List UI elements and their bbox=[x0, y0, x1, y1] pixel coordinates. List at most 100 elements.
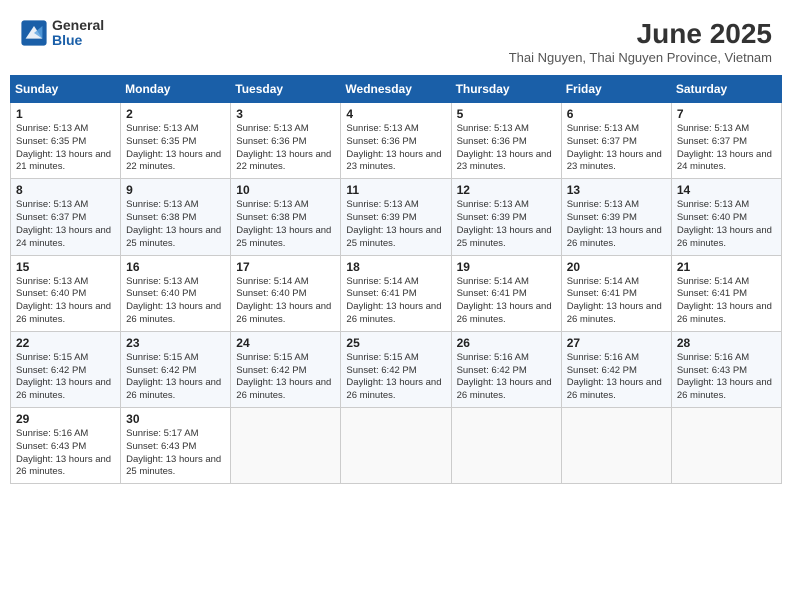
logo: General Blue bbox=[20, 18, 104, 49]
calendar-cell: 10 Sunrise: 5:13 AM Sunset: 6:38 PM Dayli… bbox=[231, 179, 341, 255]
day-info: Sunrise: 5:13 AM Sunset: 6:37 PM Dayligh… bbox=[677, 123, 776, 174]
day-number: 14 bbox=[677, 183, 776, 197]
day-number: 10 bbox=[236, 183, 335, 197]
calendar-cell: 7 Sunrise: 5:13 AM Sunset: 6:37 PM Daylig… bbox=[671, 103, 781, 179]
day-number: 22 bbox=[16, 336, 115, 350]
day-info: Sunrise: 5:15 AM Sunset: 6:42 PM Dayligh… bbox=[16, 352, 115, 403]
day-number: 18 bbox=[346, 260, 445, 274]
calendar-cell: 17 Sunrise: 5:14 AM Sunset: 6:40 PM Dayli… bbox=[231, 255, 341, 331]
calendar-cell bbox=[561, 408, 671, 484]
day-info: Sunrise: 5:13 AM Sunset: 6:39 PM Dayligh… bbox=[567, 199, 666, 250]
calendar-cell: 22 Sunrise: 5:15 AM Sunset: 6:42 PM Dayli… bbox=[11, 331, 121, 407]
calendar-cell: 6 Sunrise: 5:13 AM Sunset: 6:37 PM Daylig… bbox=[561, 103, 671, 179]
day-info: Sunrise: 5:13 AM Sunset: 6:37 PM Dayligh… bbox=[567, 123, 666, 174]
day-number: 7 bbox=[677, 107, 776, 121]
day-info: Sunrise: 5:15 AM Sunset: 6:42 PM Dayligh… bbox=[236, 352, 335, 403]
day-info: Sunrise: 5:15 AM Sunset: 6:42 PM Dayligh… bbox=[126, 352, 225, 403]
calendar-cell: 11 Sunrise: 5:13 AM Sunset: 6:39 PM Dayli… bbox=[341, 179, 451, 255]
day-number: 12 bbox=[457, 183, 556, 197]
day-number: 3 bbox=[236, 107, 335, 121]
day-info: Sunrise: 5:13 AM Sunset: 6:39 PM Dayligh… bbox=[346, 199, 445, 250]
day-info: Sunrise: 5:14 AM Sunset: 6:40 PM Dayligh… bbox=[236, 276, 335, 327]
day-info: Sunrise: 5:14 AM Sunset: 6:41 PM Dayligh… bbox=[457, 276, 556, 327]
calendar-cell: 14 Sunrise: 5:13 AM Sunset: 6:40 PM Dayli… bbox=[671, 179, 781, 255]
day-info: Sunrise: 5:16 AM Sunset: 6:42 PM Dayligh… bbox=[567, 352, 666, 403]
day-number: 6 bbox=[567, 107, 666, 121]
day-info: Sunrise: 5:17 AM Sunset: 6:43 PM Dayligh… bbox=[126, 428, 225, 479]
day-info: Sunrise: 5:13 AM Sunset: 6:38 PM Dayligh… bbox=[236, 199, 335, 250]
calendar-cell: 23 Sunrise: 5:15 AM Sunset: 6:42 PM Dayli… bbox=[121, 331, 231, 407]
weekday-header-friday: Friday bbox=[561, 76, 671, 103]
day-number: 17 bbox=[236, 260, 335, 274]
day-info: Sunrise: 5:13 AM Sunset: 6:37 PM Dayligh… bbox=[16, 199, 115, 250]
day-number: 29 bbox=[16, 412, 115, 426]
logo-icon bbox=[20, 19, 48, 47]
day-number: 25 bbox=[346, 336, 445, 350]
calendar-week-5: 29 Sunrise: 5:16 AM Sunset: 6:43 PM Dayli… bbox=[11, 408, 782, 484]
header: General Blue June 2025 Thai Nguyen, Thai… bbox=[10, 10, 782, 69]
calendar-cell: 9 Sunrise: 5:13 AM Sunset: 6:38 PM Daylig… bbox=[121, 179, 231, 255]
calendar-cell: 16 Sunrise: 5:13 AM Sunset: 6:40 PM Dayli… bbox=[121, 255, 231, 331]
calendar-cell: 12 Sunrise: 5:13 AM Sunset: 6:39 PM Dayli… bbox=[451, 179, 561, 255]
calendar-cell: 4Sunrise: 5:13 AM Sunset: 6:36 PM Daylig… bbox=[341, 103, 451, 179]
calendar-cell: 24 Sunrise: 5:15 AM Sunset: 6:42 PM Dayli… bbox=[231, 331, 341, 407]
calendar-cell: 5Sunrise: 5:13 AM Sunset: 6:36 PM Daylig… bbox=[451, 103, 561, 179]
calendar-cell: 27 Sunrise: 5:16 AM Sunset: 6:42 PM Dayli… bbox=[561, 331, 671, 407]
day-number: 13 bbox=[567, 183, 666, 197]
calendar-subtitle: Thai Nguyen, Thai Nguyen Province, Vietn… bbox=[509, 50, 772, 65]
calendar-cell: 30 Sunrise: 5:17 AM Sunset: 6:43 PM Dayli… bbox=[121, 408, 231, 484]
day-number: 24 bbox=[236, 336, 335, 350]
day-info: Sunrise: 5:13 AM Sunset: 6:39 PM Dayligh… bbox=[457, 199, 556, 250]
calendar-cell: 25Sunrise: 5:15 AM Sunset: 6:42 PM Dayli… bbox=[341, 331, 451, 407]
calendar-cell: 1 Sunrise: 5:13 AM Sunset: 6:35 PM Daylig… bbox=[11, 103, 121, 179]
calendar-cell: 26 Sunrise: 5:16 AM Sunset: 6:42 PM Dayli… bbox=[451, 331, 561, 407]
day-info: Sunrise: 5:13 AM Sunset: 6:40 PM Dayligh… bbox=[677, 199, 776, 250]
calendar-cell: 15 Sunrise: 5:13 AM Sunset: 6:40 PM Dayli… bbox=[11, 255, 121, 331]
calendar-body: 1 Sunrise: 5:13 AM Sunset: 6:35 PM Daylig… bbox=[11, 103, 782, 484]
calendar-title: June 2025 bbox=[509, 18, 772, 50]
day-info: Sunrise: 5:13 AM Sunset: 6:35 PM Dayligh… bbox=[16, 123, 115, 174]
weekday-header-saturday: Saturday bbox=[671, 76, 781, 103]
day-number: 30 bbox=[126, 412, 225, 426]
logo-general: General bbox=[52, 18, 104, 33]
day-info: Sunrise: 5:16 AM Sunset: 6:42 PM Dayligh… bbox=[457, 352, 556, 403]
calendar-cell: 3Sunrise: 5:13 AM Sunset: 6:36 PM Daylig… bbox=[231, 103, 341, 179]
day-info: Sunrise: 5:13 AM Sunset: 6:40 PM Dayligh… bbox=[126, 276, 225, 327]
day-number: 11 bbox=[346, 183, 445, 197]
logo-blue: Blue bbox=[52, 33, 104, 48]
day-number: 15 bbox=[16, 260, 115, 274]
calendar-cell: 8Sunrise: 5:13 AM Sunset: 6:37 PM Daylig… bbox=[11, 179, 121, 255]
day-number: 20 bbox=[567, 260, 666, 274]
day-number: 21 bbox=[677, 260, 776, 274]
day-number: 27 bbox=[567, 336, 666, 350]
calendar-cell: 28Sunrise: 5:16 AM Sunset: 6:43 PM Dayli… bbox=[671, 331, 781, 407]
calendar-table: SundayMondayTuesdayWednesdayThursdayFrid… bbox=[10, 75, 782, 484]
day-number: 26 bbox=[457, 336, 556, 350]
calendar-header: SundayMondayTuesdayWednesdayThursdayFrid… bbox=[11, 76, 782, 103]
calendar-cell: 18Sunrise: 5:14 AM Sunset: 6:41 PM Dayli… bbox=[341, 255, 451, 331]
day-number: 23 bbox=[126, 336, 225, 350]
day-info: Sunrise: 5:16 AM Sunset: 6:43 PM Dayligh… bbox=[16, 428, 115, 479]
day-info: Sunrise: 5:13 AM Sunset: 6:38 PM Dayligh… bbox=[126, 199, 225, 250]
day-number: 9 bbox=[126, 183, 225, 197]
weekday-header-row: SundayMondayTuesdayWednesdayThursdayFrid… bbox=[11, 76, 782, 103]
calendar-cell: 21Sunrise: 5:14 AM Sunset: 6:41 PM Dayli… bbox=[671, 255, 781, 331]
day-number: 28 bbox=[677, 336, 776, 350]
weekday-header-sunday: Sunday bbox=[11, 76, 121, 103]
calendar-cell: 13 Sunrise: 5:13 AM Sunset: 6:39 PM Dayli… bbox=[561, 179, 671, 255]
logo-text: General Blue bbox=[52, 18, 104, 49]
calendar-cell: 2Sunrise: 5:13 AM Sunset: 6:35 PM Daylig… bbox=[121, 103, 231, 179]
day-number: 1 bbox=[16, 107, 115, 121]
day-info: Sunrise: 5:13 AM Sunset: 6:36 PM Dayligh… bbox=[346, 123, 445, 174]
calendar-week-4: 22 Sunrise: 5:15 AM Sunset: 6:42 PM Dayli… bbox=[11, 331, 782, 407]
day-number: 19 bbox=[457, 260, 556, 274]
day-number: 16 bbox=[126, 260, 225, 274]
calendar-week-1: 1 Sunrise: 5:13 AM Sunset: 6:35 PM Daylig… bbox=[11, 103, 782, 179]
calendar-cell bbox=[451, 408, 561, 484]
day-info: Sunrise: 5:13 AM Sunset: 6:35 PM Dayligh… bbox=[126, 123, 225, 174]
day-info: Sunrise: 5:14 AM Sunset: 6:41 PM Dayligh… bbox=[567, 276, 666, 327]
day-info: Sunrise: 5:13 AM Sunset: 6:40 PM Dayligh… bbox=[16, 276, 115, 327]
calendar-cell: 20 Sunrise: 5:14 AM Sunset: 6:41 PM Dayli… bbox=[561, 255, 671, 331]
weekday-header-thursday: Thursday bbox=[451, 76, 561, 103]
weekday-header-tuesday: Tuesday bbox=[231, 76, 341, 103]
